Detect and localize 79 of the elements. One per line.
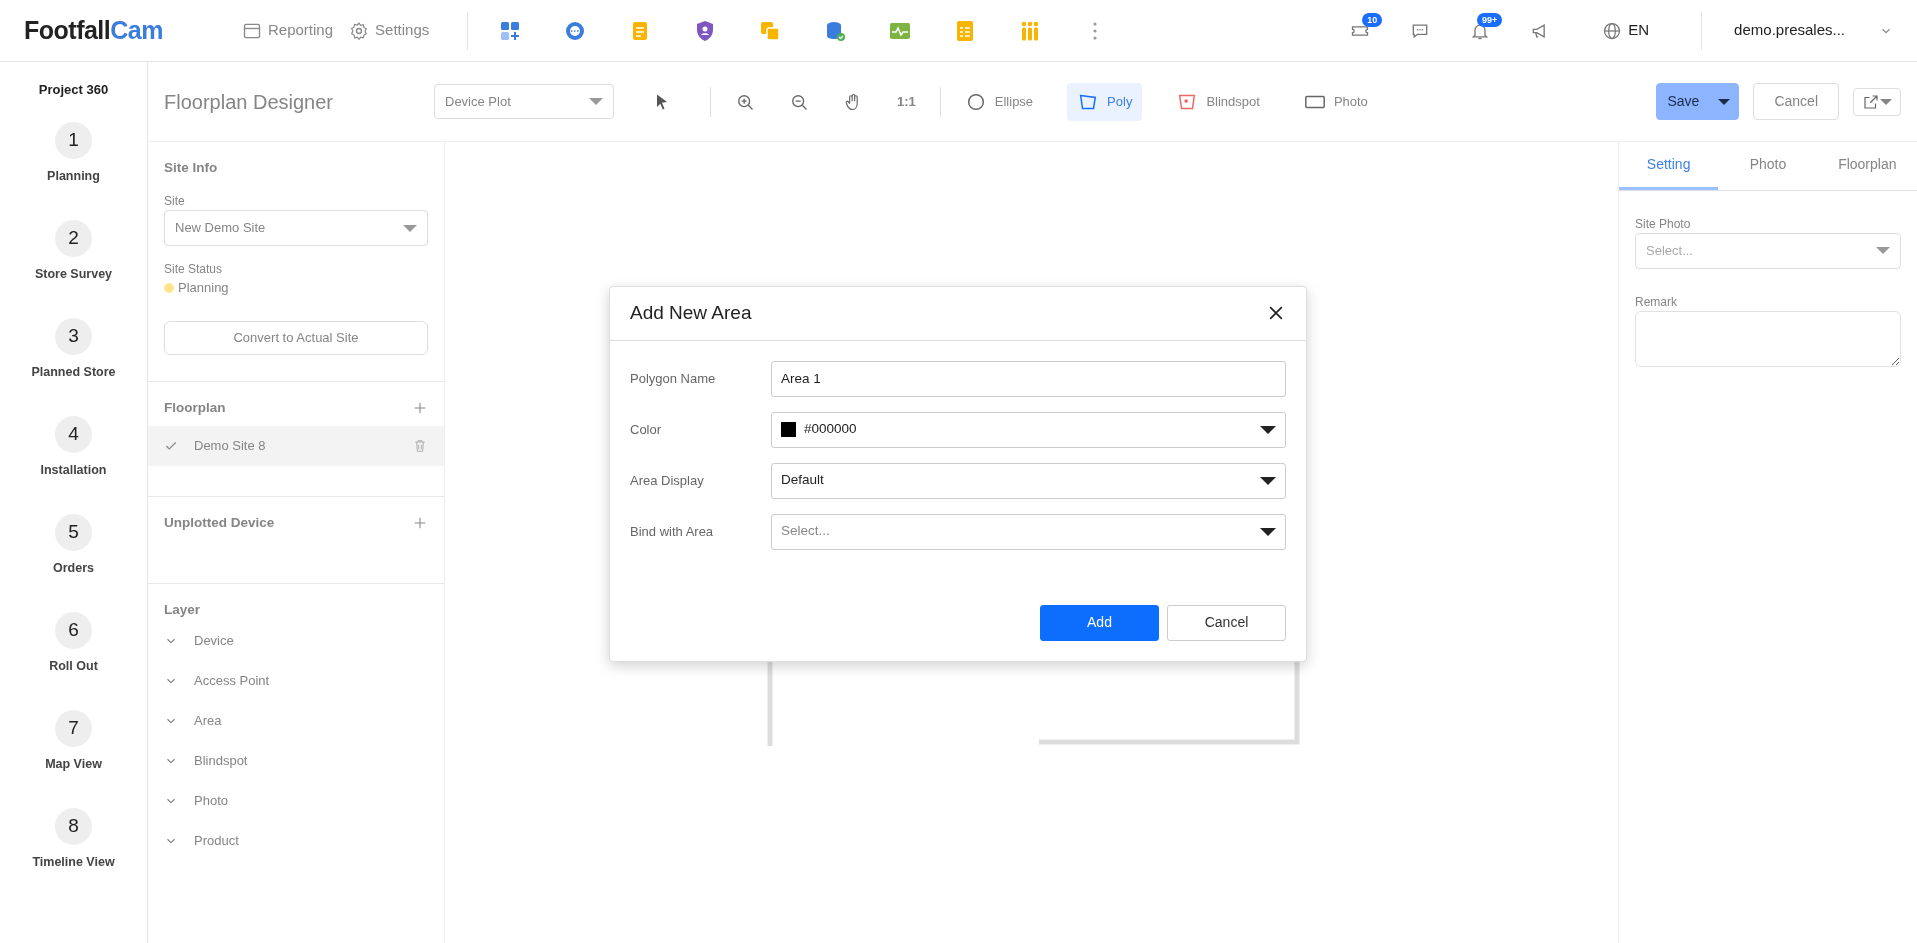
step-number[interactable]: 3 <box>55 317 92 355</box>
caret-icon <box>1718 99 1731 106</box>
nav-link[interactable]: Reporting <box>234 15 342 46</box>
user-menu[interactable]: demo.presales... <box>1726 15 1853 46</box>
nav-link[interactable]: Settings <box>341 15 438 46</box>
tool-button[interactable]: Poly <box>1067 82 1143 121</box>
field-label: Color <box>630 420 663 439</box>
color-select[interactable]: #000000 <box>771 411 1286 448</box>
caret-icon <box>1260 476 1276 485</box>
globe-icon <box>1602 20 1623 41</box>
sidebar-title: Project 360 <box>38 81 109 99</box>
caret-icon <box>1260 425 1276 434</box>
layer-item[interactable]: Product <box>164 820 428 861</box>
step-number[interactable]: 4 <box>55 415 92 453</box>
remark-field[interactable] <box>1635 310 1901 367</box>
field-label: Site <box>164 193 186 211</box>
floorplan-item[interactable]: Demo Site 8 <box>148 426 444 466</box>
select-field[interactable]: Select... <box>771 513 1286 550</box>
count-badge: 99+ <box>1477 12 1503 27</box>
field-label: Site Photo <box>1635 216 1692 233</box>
add-button[interactable]: Add <box>1040 604 1159 641</box>
dialog-title: Add New Area <box>630 301 752 325</box>
external-link-icon <box>1862 92 1880 111</box>
settings-icon <box>349 20 370 41</box>
panel-tab[interactable]: Floorplan <box>1817 142 1917 190</box>
actual-size-button[interactable]: 1:1 <box>887 83 926 120</box>
layer-item[interactable]: Access Point <box>164 660 428 701</box>
field-label: Polygon Name <box>630 369 717 388</box>
tool-button[interactable]: Blindspot <box>1166 82 1270 121</box>
export-button[interactable] <box>1853 87 1901 116</box>
caret-icon <box>589 98 603 105</box>
cancel-button[interactable]: Cancel <box>1753 83 1839 120</box>
field-label: Area Display <box>630 471 705 490</box>
layer-item[interactable]: Device <box>164 620 428 661</box>
input-field[interactable]: Area 1 <box>771 360 1286 397</box>
section-heading: Unplotted Device <box>164 514 275 532</box>
step-label[interactable]: Orders <box>53 558 94 578</box>
step-number[interactable]: 5 <box>55 513 92 551</box>
panel-tab[interactable]: Photo <box>1718 142 1818 190</box>
logo[interactable]: FootfallCam <box>24 11 234 50</box>
step-label[interactable]: Map View <box>45 754 102 774</box>
step-number[interactable]: 8 <box>55 807 92 845</box>
mode-select[interactable]: Device Plot <box>434 83 614 120</box>
step-number[interactable]: 7 <box>55 709 92 747</box>
cancel-button[interactable]: Cancel <box>1167 604 1286 641</box>
field-label: Remark <box>1635 293 1678 311</box>
layer-item[interactable]: Photo <box>164 780 428 821</box>
step-label[interactable]: Installation <box>40 460 107 480</box>
field-label: Bind with Area <box>630 522 715 541</box>
save-button[interactable]: Save <box>1656 83 1711 120</box>
status-text: Planning <box>178 278 229 297</box>
page-title: Floorplan Designer <box>164 89 334 115</box>
step-number[interactable]: 6 <box>55 611 92 649</box>
section-heading: Floorplan <box>164 398 226 417</box>
step-label[interactable]: Planning <box>47 166 100 186</box>
convert-button[interactable]: Convert to Actual Site <box>164 321 428 355</box>
panel-tab[interactable]: Setting <box>1619 142 1719 190</box>
step-label[interactable]: Store Survey <box>34 264 113 284</box>
step-number[interactable]: 1 <box>55 121 92 159</box>
caret-icon <box>403 224 417 232</box>
caret-icon <box>1880 98 1892 105</box>
save-dropdown-button[interactable] <box>1709 83 1740 120</box>
layer-item[interactable]: Blindspot <box>164 740 428 781</box>
tool-button[interactable]: Ellipse <box>954 82 1044 121</box>
select-field[interactable]: Default <box>771 462 1286 499</box>
section-heading: Layer <box>164 601 201 620</box>
layer-item[interactable]: Area <box>164 700 428 741</box>
caret-icon <box>1260 527 1276 536</box>
step-number[interactable]: 2 <box>55 219 92 257</box>
caret-icon <box>1876 247 1890 255</box>
step-label[interactable]: Timeline View <box>32 852 115 872</box>
tool-button[interactable]: Photo <box>1293 82 1378 121</box>
field-label: Site Status <box>164 260 224 278</box>
section-heading: Site Info <box>164 159 219 177</box>
step-label[interactable]: Roll Out <box>49 656 98 676</box>
site-select[interactable]: New Demo Site <box>164 210 428 246</box>
count-badge: 10 <box>1362 12 1383 27</box>
step-label[interactable]: Planned Store <box>31 362 116 382</box>
language-selector[interactable]: EN <box>1594 15 1658 46</box>
